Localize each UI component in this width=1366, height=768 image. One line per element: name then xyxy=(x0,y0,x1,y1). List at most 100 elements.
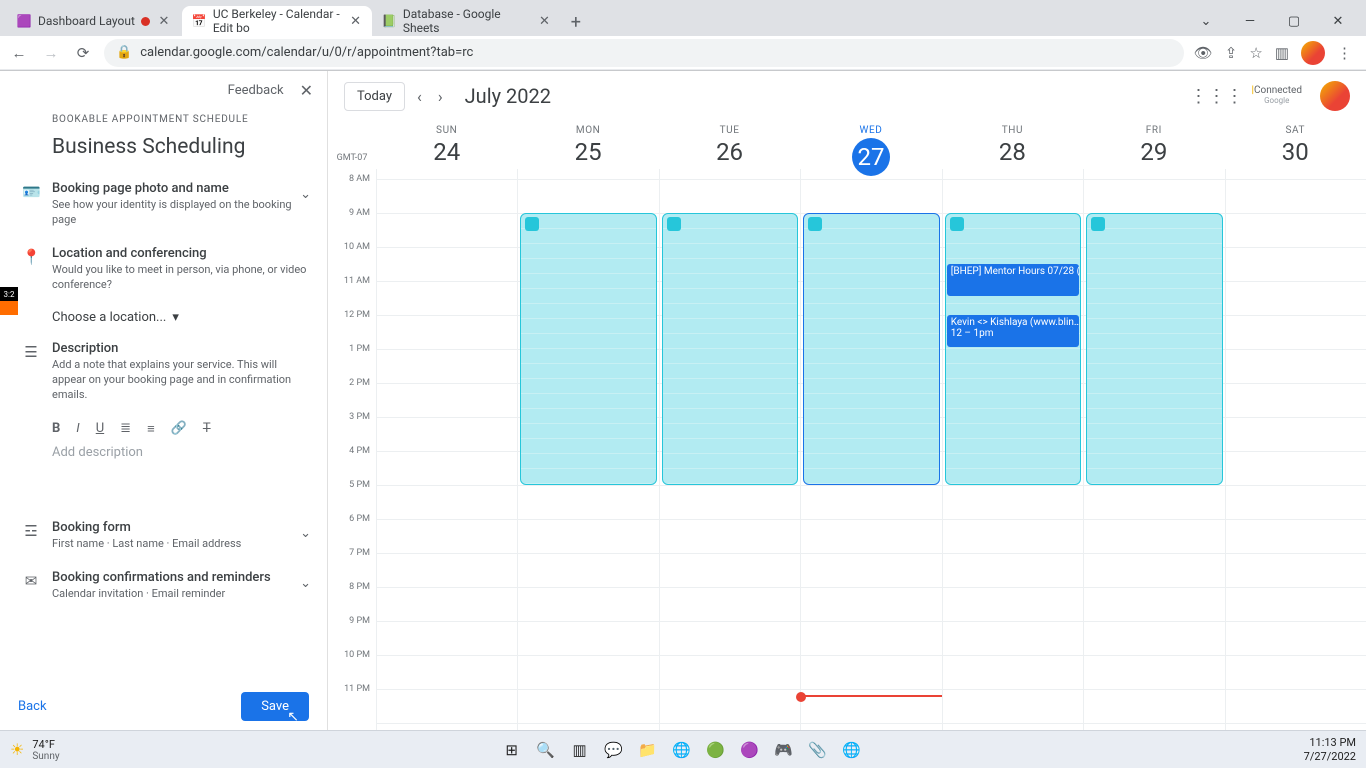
close-icon[interactable]: ✕ xyxy=(537,13,552,29)
day-column[interactable] xyxy=(800,169,941,731)
day-column[interactable] xyxy=(1083,169,1224,731)
day-of-week: WED xyxy=(800,125,941,136)
day-column[interactable] xyxy=(659,169,800,731)
close-panel-button[interactable]: ✕ xyxy=(300,81,313,100)
day-header[interactable]: SUN24 xyxy=(376,121,517,169)
hour-label: 4 PM xyxy=(349,446,370,456)
feedback-link[interactable]: Feedback xyxy=(228,83,284,98)
app-icon[interactable]: 🟣 xyxy=(737,737,763,763)
file-explorer-icon[interactable]: 📁 xyxy=(635,737,661,763)
description-input[interactable]: Add description xyxy=(52,445,309,460)
kebab-menu-icon[interactable]: ⋮ xyxy=(1337,44,1352,62)
sidepanel-icon[interactable]: ▥ xyxy=(1275,44,1289,62)
day-header[interactable]: FRI29 xyxy=(1083,121,1224,169)
day-header[interactable]: WED27 xyxy=(800,121,941,169)
chevron-down-icon[interactable]: ⌄ xyxy=(300,187,311,202)
forward-button[interactable]: → xyxy=(40,44,62,62)
windows-taskbar[interactable]: ☀ 74°F Sunny ⊞ 🔍 ▥ 💬 📁 🌐 🟢 🟣 🎮 📎 🌐 11:13… xyxy=(0,730,1366,768)
calendar-main: Today ‹ › July 2022 ⋮⋮⋮ |ConnectedGoogle… xyxy=(328,71,1366,731)
discord-icon[interactable]: 🎮 xyxy=(771,737,797,763)
list-icon: ☲ xyxy=(22,522,40,540)
chevron-down-icon[interactable]: ⌄ xyxy=(300,576,311,591)
browser-tab[interactable]: 🟪 Dashboard Layout ✕ xyxy=(6,6,182,36)
clear-formatting-button[interactable]: T xyxy=(203,421,211,437)
now-dot-icon xyxy=(796,692,806,702)
chevron-down-icon: ▾ xyxy=(172,310,179,325)
eye-icon[interactable]: 👁 xyxy=(1194,44,1213,62)
account-avatar[interactable] xyxy=(1320,81,1350,111)
share-icon[interactable]: ⇪ xyxy=(1225,44,1238,62)
reload-button[interactable]: ⟳ xyxy=(72,44,94,62)
hour-label: 8 AM xyxy=(349,174,370,184)
month-label: July 2022 xyxy=(465,84,551,108)
location-dropdown[interactable]: Choose a location... ▾ xyxy=(52,310,309,325)
chrome-icon[interactable]: 🌐 xyxy=(669,737,695,763)
spotify-icon[interactable]: 🟢 xyxy=(703,737,729,763)
bulleted-list-button[interactable]: ≡ xyxy=(147,421,155,437)
appointment-availability-block[interactable] xyxy=(662,213,798,485)
dropdown-label: Choose a location... xyxy=(52,310,166,325)
section-booking-form[interactable]: ☲ Booking form First name · Last name · … xyxy=(52,520,309,552)
day-number: 25 xyxy=(517,138,658,166)
chevron-down-icon[interactable]: ⌄ xyxy=(300,526,311,541)
back-button[interactable]: Back xyxy=(18,699,47,714)
appointment-availability-block[interactable] xyxy=(520,213,656,485)
next-week-button[interactable]: › xyxy=(434,87,447,106)
today-button[interactable]: Today xyxy=(344,82,405,111)
save-button[interactable]: Save ↖ xyxy=(241,692,309,721)
close-button[interactable]: ✕ xyxy=(1316,6,1360,36)
appointment-availability-block[interactable] xyxy=(803,213,939,485)
day-header[interactable]: THU 28 xyxy=(942,121,1083,169)
section-photo-name[interactable]: 🪪 Booking page photo and name See how yo… xyxy=(52,181,309,228)
hour-label: 1 PM xyxy=(349,344,370,354)
chat-icon[interactable]: 💬 xyxy=(601,737,627,763)
address-bar[interactable]: 🔒 calendar.google.com/calendar/u/0/r/app… xyxy=(104,39,1184,67)
bold-button[interactable]: B xyxy=(52,421,60,437)
day-number: 28 xyxy=(942,138,1083,166)
minimize-button[interactable]: ― xyxy=(1228,6,1272,36)
star-icon[interactable]: ☆ xyxy=(1249,44,1262,62)
appointment-availability-block[interactable] xyxy=(945,213,1081,485)
day-column[interactable]: [BHEP] Mentor Hours 07/28 (… Kevin <> Kis… xyxy=(942,169,1083,731)
search-icon[interactable]: 🔍 xyxy=(533,737,559,763)
close-icon[interactable]: ✕ xyxy=(156,13,172,29)
schedule-title[interactable]: Business Scheduling xyxy=(52,135,309,159)
day-header[interactable]: TUE26 xyxy=(659,121,800,169)
italic-button[interactable]: I xyxy=(76,421,79,437)
section-confirmations[interactable]: ✉ Booking confirmations and reminders Ca… xyxy=(52,570,309,602)
section-title: Booking page photo and name xyxy=(52,181,309,196)
day-column[interactable] xyxy=(376,169,517,731)
start-button[interactable]: ⊞ xyxy=(499,737,525,763)
numbered-list-button[interactable]: ≣ xyxy=(120,421,131,437)
day-header[interactable]: MON 25 xyxy=(517,121,658,169)
calendar-week-grid[interactable]: GMT-07 8 AM9 AM10 AM11 AM12 PM1 PM2 PM3 … xyxy=(328,121,1366,731)
browser-tab[interactable]: 📗 Database - Google Sheets ✕ xyxy=(372,6,562,36)
task-view-icon[interactable]: ▥ xyxy=(567,737,593,763)
browser-tab-strip: 🟪 Dashboard Layout ✕ 📅 UC Berkeley - Cal… xyxy=(0,0,1366,36)
url-text: calendar.google.com/calendar/u/0/r/appoi… xyxy=(140,45,473,60)
underline-button[interactable]: U xyxy=(96,421,104,437)
app-icon[interactable]: 📎 xyxy=(805,737,831,763)
rich-text-toolbar: B I U ≣ ≡ 🔗 T xyxy=(52,421,309,437)
appointment-availability-block[interactable] xyxy=(1086,213,1222,485)
apps-grid-icon[interactable]: ⋮⋮⋮ xyxy=(1189,86,1243,107)
maximize-button[interactable]: ▢ xyxy=(1272,6,1316,36)
chrome-beta-icon[interactable]: 🌐 xyxy=(839,737,865,763)
close-icon[interactable]: ✕ xyxy=(349,13,362,29)
back-button[interactable]: ← xyxy=(8,44,30,62)
day-column[interactable] xyxy=(1225,169,1366,731)
browser-tab[interactable]: 📅 UC Berkeley - Calendar - Edit bo ✕ xyxy=(182,6,372,36)
day-header[interactable]: SAT30 xyxy=(1225,121,1366,169)
system-tray[interactable]: 11:13 PM 7/27/2022 xyxy=(1304,736,1356,762)
timezone-label: GMT-07 xyxy=(328,121,376,169)
day-column[interactable] xyxy=(517,169,658,731)
calendar-event[interactable]: [BHEP] Mentor Hours 07/28 (… xyxy=(947,264,1079,296)
link-button[interactable]: 🔗 xyxy=(171,421,187,437)
day-of-week: MON xyxy=(517,125,658,136)
new-tab-button[interactable]: + xyxy=(562,8,590,36)
calendar-event[interactable]: Kevin <> Kishlaya (www.blin…12 – 1pm xyxy=(947,315,1079,347)
profile-avatar[interactable] xyxy=(1301,41,1325,65)
prev-week-button[interactable]: ‹ xyxy=(413,87,426,106)
day-of-week: THU xyxy=(942,125,1083,136)
chevron-down-icon[interactable]: ⌄ xyxy=(1184,6,1228,36)
